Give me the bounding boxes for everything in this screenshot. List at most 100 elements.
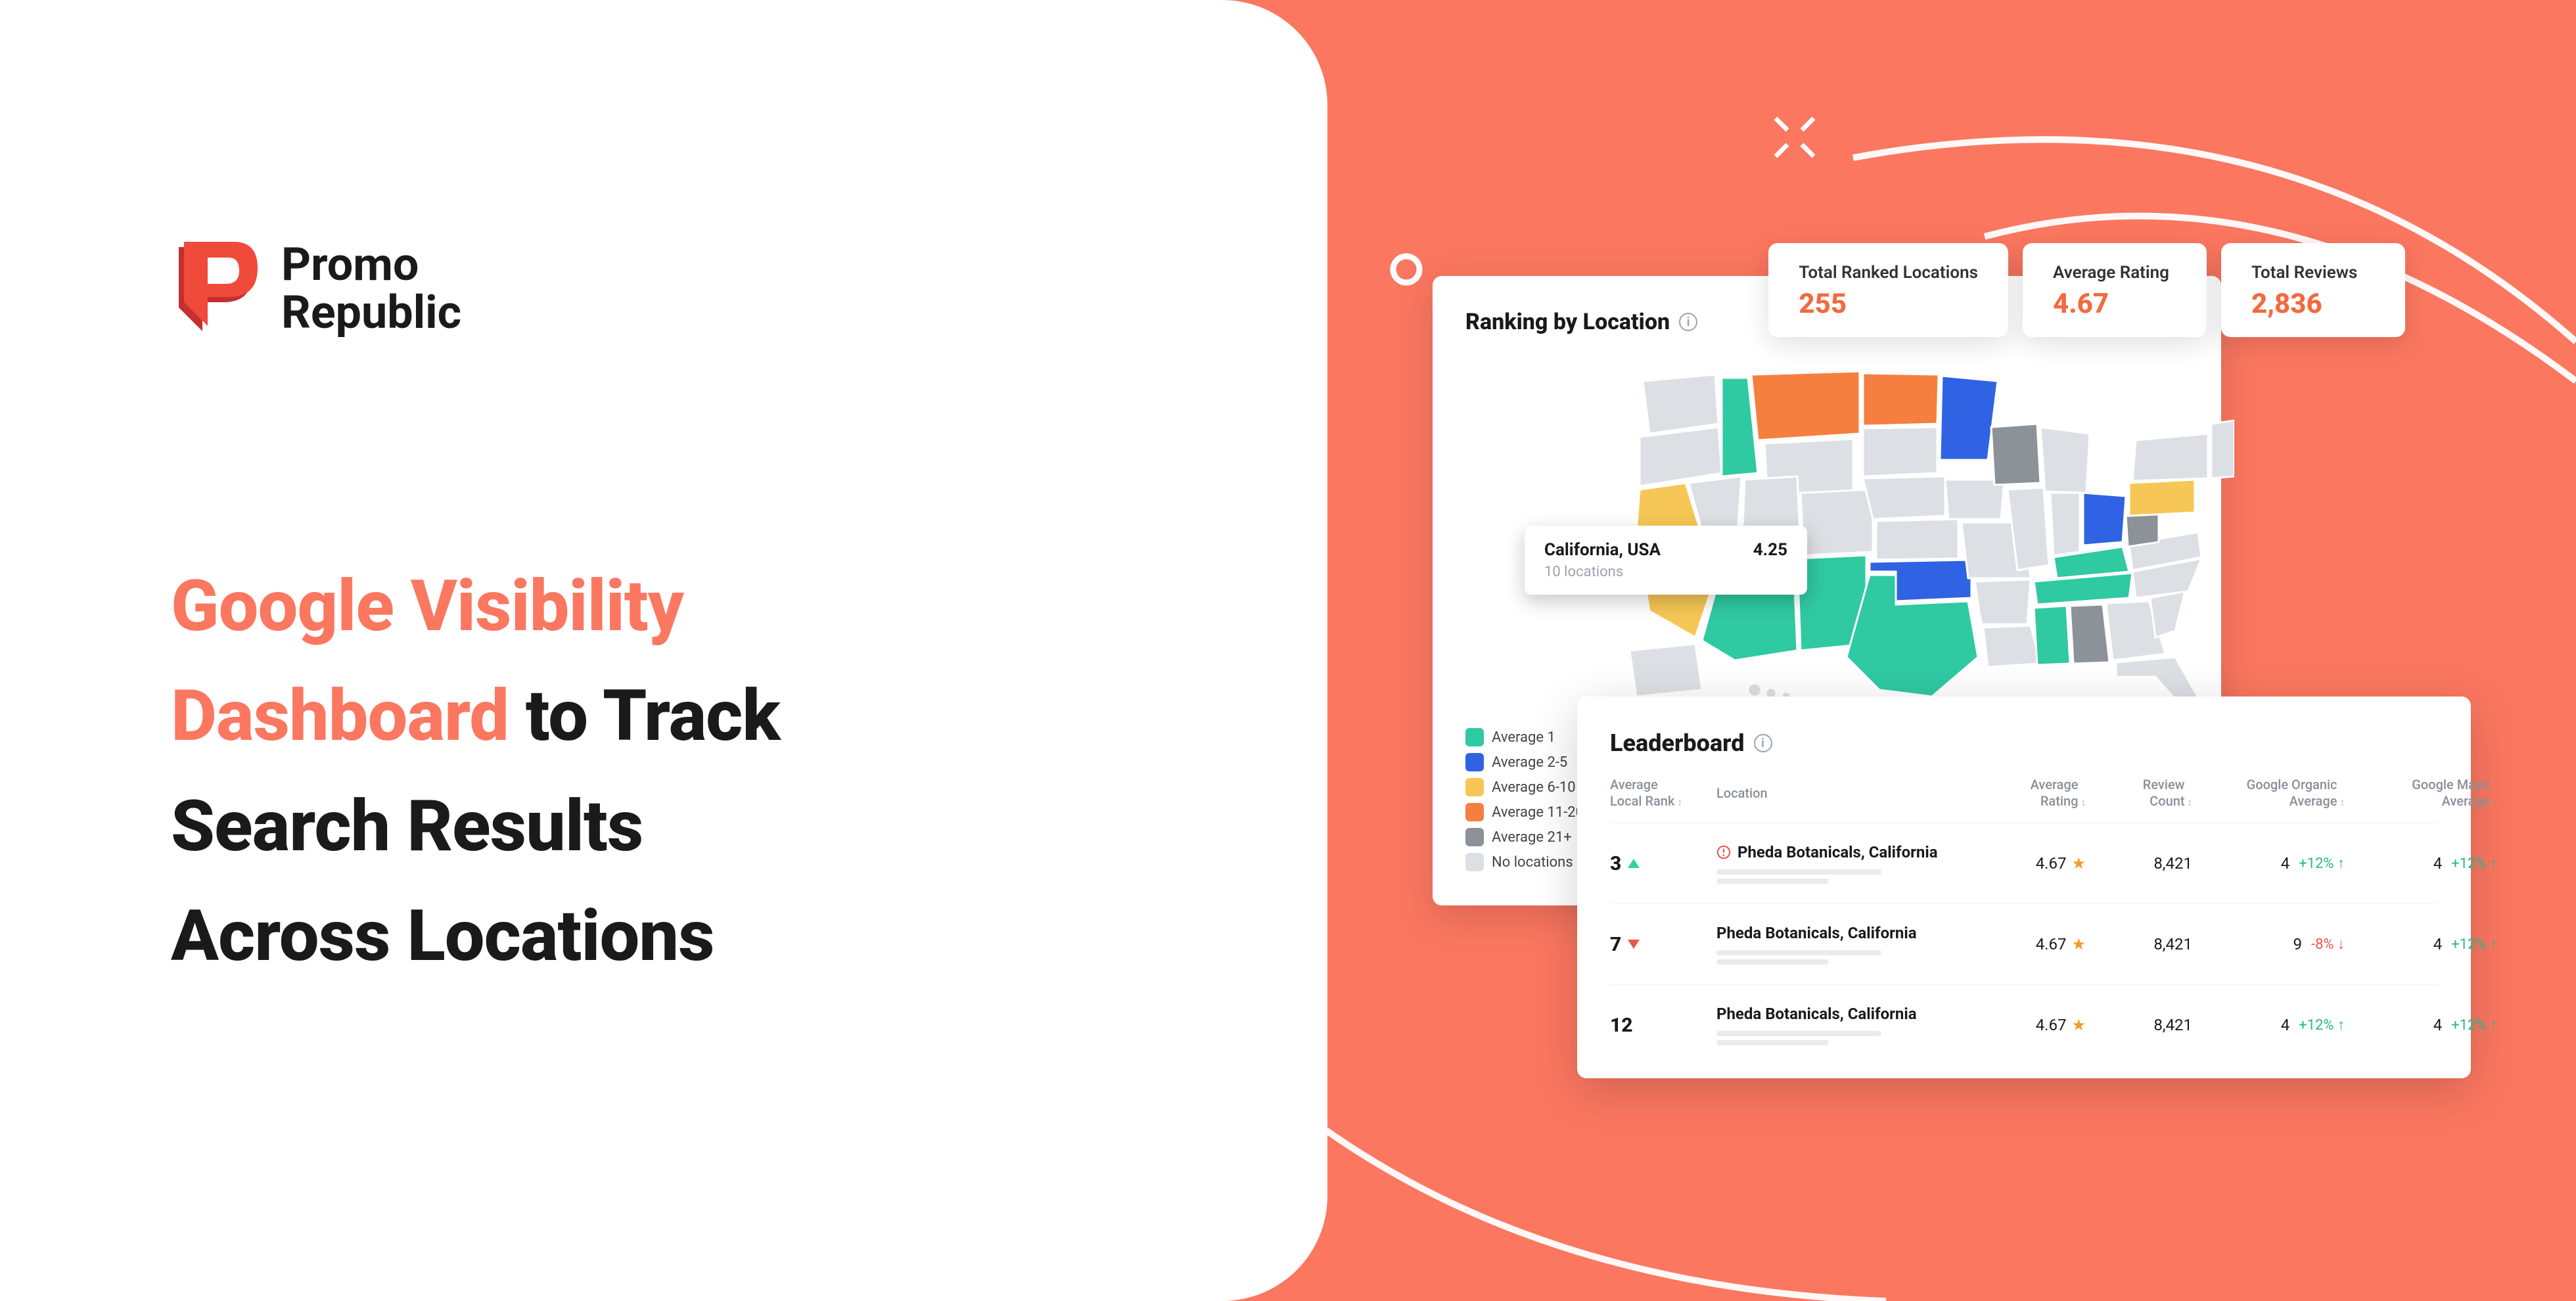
delta-value: 4: [2433, 1016, 2443, 1034]
reviews-cell: 8,421: [2094, 1016, 2192, 1034]
headline-accent1: Google Visibility: [171, 565, 683, 648]
location-bars-icon: [1716, 1031, 1966, 1045]
leaderboard-card: Leaderboard i Average Local Rank↕ Locati…: [1577, 696, 2471, 1078]
table-row[interactable]: 7 Pheda Botanicals, California4.67★8,421…: [1610, 904, 2438, 985]
kpi-value: 4.67: [2053, 288, 2176, 320]
kpi-value: 2,836: [2251, 288, 2375, 320]
delta-cell: 4 +12% ↑: [2353, 1016, 2497, 1034]
legend-label: Average 6-10: [1492, 779, 1576, 796]
reviews-cell: 8,421: [2094, 935, 2192, 953]
col-label: Google Maps Average: [2412, 777, 2489, 810]
kpi-total-reviews: Total Reviews 2,836: [2221, 243, 2405, 337]
brand-line1: Promo: [281, 241, 461, 290]
brand-line2: Republic: [281, 289, 461, 338]
delta-value: 4: [2433, 935, 2443, 953]
table-row[interactable]: 3 Pheda Botanicals, California 4.67★ 8,421…: [1610, 823, 2438, 904]
location-cell: Pheda Botanicals, California: [1716, 1005, 1966, 1045]
location-bars-icon: [1716, 950, 1966, 965]
delta-change: +12% ↑: [2451, 1016, 2497, 1034]
sort-icon: ↕: [2081, 796, 2086, 808]
delta-value: 4: [2433, 854, 2443, 873]
leaderboard-title-text: Leaderboard: [1610, 729, 1745, 757]
caret-down-icon: [1628, 940, 1640, 949]
delta-cell: 9-8% ↓: [2200, 935, 2345, 953]
info-icon[interactable]: i: [1754, 734, 1772, 752]
delta-cell: 4 +12% ↑: [2353, 854, 2497, 873]
legend-label: Average 2-5: [1492, 754, 1567, 771]
sort-icon: ↕: [2188, 796, 2193, 808]
col-rating[interactable]: Average Rating↕: [1974, 777, 2086, 810]
delta-value: 4: [2281, 854, 2290, 873]
map-tooltip: California, USA 10 locations 4.25: [1525, 526, 1807, 595]
kpi-total-ranked: Total Ranked Locations 255: [1768, 243, 2008, 337]
legend-label: Average 1: [1492, 729, 1555, 746]
delta-change: +12% ↑: [2451, 936, 2497, 953]
rank-cell: 3: [1610, 852, 1709, 875]
col-maps[interactable]: Google Maps Average ↕: [2353, 777, 2497, 810]
brand-name: Promo Republic: [281, 241, 461, 338]
col-label: Average Local Rank: [1610, 777, 1674, 810]
headline-rest1: to Track: [509, 675, 780, 758]
kpi-label: Total Ranked Locations: [1799, 263, 1978, 283]
sort-icon: ↕: [2493, 796, 2498, 808]
col-location[interactable]: Location: [1716, 785, 1966, 802]
delta-change: +12% ↑: [2299, 1016, 2345, 1034]
rating-cell: 4.67★: [1974, 854, 2086, 873]
delta-change: +12% ↑: [2451, 855, 2497, 872]
col-label: Location: [1716, 785, 1768, 802]
legend-swatch-icon: [1465, 728, 1484, 746]
delta-value: 9: [2293, 935, 2302, 953]
headline-rest2: Search Results: [171, 785, 643, 868]
rating-cell: 4.67★: [1974, 935, 2086, 953]
location-cell: Pheda Botanicals, California: [1716, 924, 1966, 965]
rating-cell: 4.67★: [1974, 1016, 2086, 1034]
star-icon: ★: [2071, 935, 2086, 953]
legend-swatch-icon: [1465, 828, 1484, 846]
tooltip-title: California, USA: [1544, 540, 1661, 560]
legend-swatch-icon: [1465, 753, 1484, 771]
sort-icon: ↕: [2340, 796, 2345, 808]
legend-label: Average 11-20: [1492, 804, 1584, 821]
legend-label: Average 21+: [1492, 829, 1572, 846]
delta-cell: 4 +12% ↑: [2200, 854, 2345, 873]
info-icon[interactable]: i: [1679, 313, 1697, 331]
legend-swatch-icon: [1465, 853, 1484, 871]
col-label: Google Organic Average: [2247, 777, 2337, 810]
leaderboard-table: Average Local Rank↕ Location Average Rat…: [1610, 777, 2438, 1065]
headline-accent2: Dashboard: [171, 675, 509, 758]
ranking-title: Ranking by Location: [1465, 309, 1670, 335]
brand-logo: Promo Republic: [171, 237, 1157, 342]
star-icon: ★: [2071, 854, 2086, 873]
headline-rest3: Across Locations: [171, 895, 714, 978]
col-organic[interactable]: Google Organic Average↕: [2200, 777, 2345, 810]
location-name: Pheda Botanicals, California: [1716, 924, 1966, 942]
location-name: Pheda Botanicals, California: [1716, 843, 1966, 861]
kpi-label: Average Rating: [2053, 263, 2176, 283]
rank-cell: 12: [1610, 1014, 1709, 1037]
kpi-label: Total Reviews: [2251, 263, 2375, 283]
hero-card: Promo Republic Google Visibility Dashboa…: [0, 0, 1327, 1301]
reviews-cell: 8,421: [2094, 854, 2192, 873]
location-name: Pheda Botanicals, California: [1716, 1005, 1966, 1023]
table-head: Average Local Rank↕ Location Average Rat…: [1610, 777, 2438, 823]
delta-value: 4: [2281, 1016, 2290, 1034]
delta-cell: 4 +12% ↑: [2200, 1016, 2345, 1034]
brand-mark-icon: [171, 237, 263, 342]
legend-swatch-icon: [1465, 803, 1484, 821]
location-cell: Pheda Botanicals, California: [1716, 843, 1966, 884]
caret-up-icon: [1628, 859, 1640, 868]
delta-change: +12% ↑: [2299, 855, 2345, 872]
sort-icon: ↕: [1677, 796, 1682, 808]
col-label: Review Count: [2143, 777, 2185, 810]
col-rank[interactable]: Average Local Rank↕: [1610, 777, 1709, 810]
card-header: Leaderboard i: [1610, 729, 2438, 757]
delta-cell: 4 +12% ↑: [2353, 935, 2497, 953]
star-icon: ★: [2071, 1016, 2086, 1034]
col-reviews[interactable]: Review Count↕: [2094, 777, 2192, 810]
location-bars-icon: [1716, 869, 1966, 884]
legend-swatch-icon: [1465, 778, 1484, 796]
leaderboard-title: Leaderboard i: [1610, 729, 1772, 757]
table-row[interactable]: 12 Pheda Botanicals, California 4.67★ 8,42…: [1610, 985, 2438, 1065]
col-label: Average Rating: [2031, 777, 2079, 810]
legend-label: No locations: [1492, 854, 1573, 871]
